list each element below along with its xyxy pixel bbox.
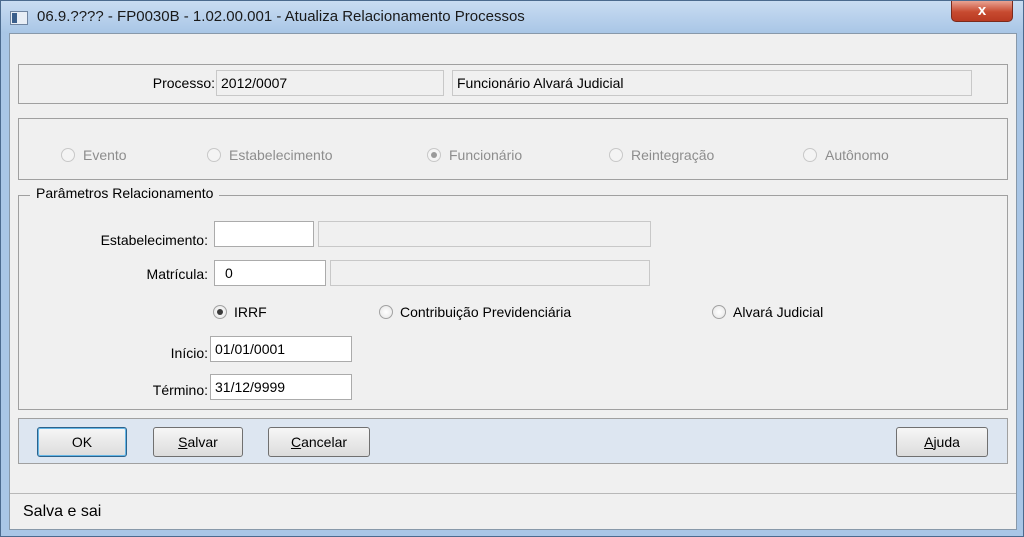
radio-icon	[207, 148, 221, 162]
salvar-button-label: alvar	[187, 434, 218, 450]
radio-icon	[61, 148, 75, 162]
close-button[interactable]: x	[951, 1, 1013, 22]
inicio-label: Início:	[170, 345, 208, 361]
inicio-input[interactable]: 01/01/0001	[210, 336, 352, 362]
radio-icon	[609, 148, 623, 162]
radio-icon	[379, 305, 393, 319]
estabelecimento-input[interactable]	[214, 221, 314, 247]
radio-funcionario-label: Funcionário	[449, 147, 523, 163]
status-text: Salva e sai	[23, 503, 102, 520]
radio-contribuicao-label: Contribuição Previdenciária	[400, 304, 572, 320]
processo-label: Processo:	[152, 75, 215, 91]
radio-reintegracao-label: Reintegração	[631, 147, 715, 163]
dialog-window: 06.9.???? - FP0030B - 1.02.00.001 - Atua…	[0, 0, 1024, 537]
termino-input[interactable]: 31/12/9999	[210, 374, 352, 400]
radio-icon	[712, 305, 726, 319]
estabelecimento-description	[318, 221, 651, 247]
matricula-label: Matrícula:	[146, 266, 208, 282]
tipo-group: Evento Estabelecimento Funcionário Reint…	[18, 118, 1008, 180]
salvar-button[interactable]: Salvar	[153, 427, 243, 457]
cancelar-button-label: ancelar	[301, 434, 348, 450]
app-icon	[10, 11, 28, 25]
matricula-input[interactable]: 0	[214, 260, 326, 286]
radio-evento-label: Evento	[83, 147, 127, 163]
ajuda-button-label: juda	[933, 434, 960, 450]
radio-alvara-label: Alvará Judicial	[733, 304, 824, 320]
processo-group: Processo: 2012/0007 Funcionário Alvará J…	[18, 64, 1008, 104]
cancelar-mnemonic: C	[290, 434, 302, 450]
ok-button-label: OK	[71, 434, 93, 450]
termino-label: Término:	[152, 382, 208, 398]
ajuda-button[interactable]: Ajuda	[896, 427, 988, 457]
parametros-legend: Parâmetros Relacionamento	[30, 185, 220, 201]
radio-selected-icon	[213, 305, 227, 319]
button-bar: OK Salvar Cancelar Ajuda	[18, 418, 1008, 464]
cancelar-button[interactable]: Cancelar	[268, 427, 370, 457]
radio-irrf-label: IRRF	[234, 304, 267, 320]
radio-icon	[803, 148, 817, 162]
window-title: 06.9.???? - FP0030B - 1.02.00.001 - Atua…	[37, 8, 525, 25]
ok-button[interactable]: OK	[37, 427, 127, 457]
radio-estabelecimento-label: Estabelecimento	[229, 147, 333, 163]
dialog-body: Processo: 2012/0007 Funcionário Alvará J…	[9, 33, 1017, 530]
processo-code-field: 2012/0007	[216, 70, 444, 96]
radio-selected-icon	[427, 148, 441, 162]
radio-autonomo-label: Autônomo	[825, 147, 889, 163]
estabelecimento-label: Estabelecimento:	[100, 232, 208, 248]
processo-description-field: Funcionário Alvará Judicial	[452, 70, 972, 96]
title-bar[interactable]: 06.9.???? - FP0030B - 1.02.00.001 - Atua…	[1, 1, 1023, 33]
matricula-description	[330, 260, 650, 286]
status-bar: Salva e sai	[10, 493, 1016, 529]
close-icon: x	[977, 2, 987, 19]
